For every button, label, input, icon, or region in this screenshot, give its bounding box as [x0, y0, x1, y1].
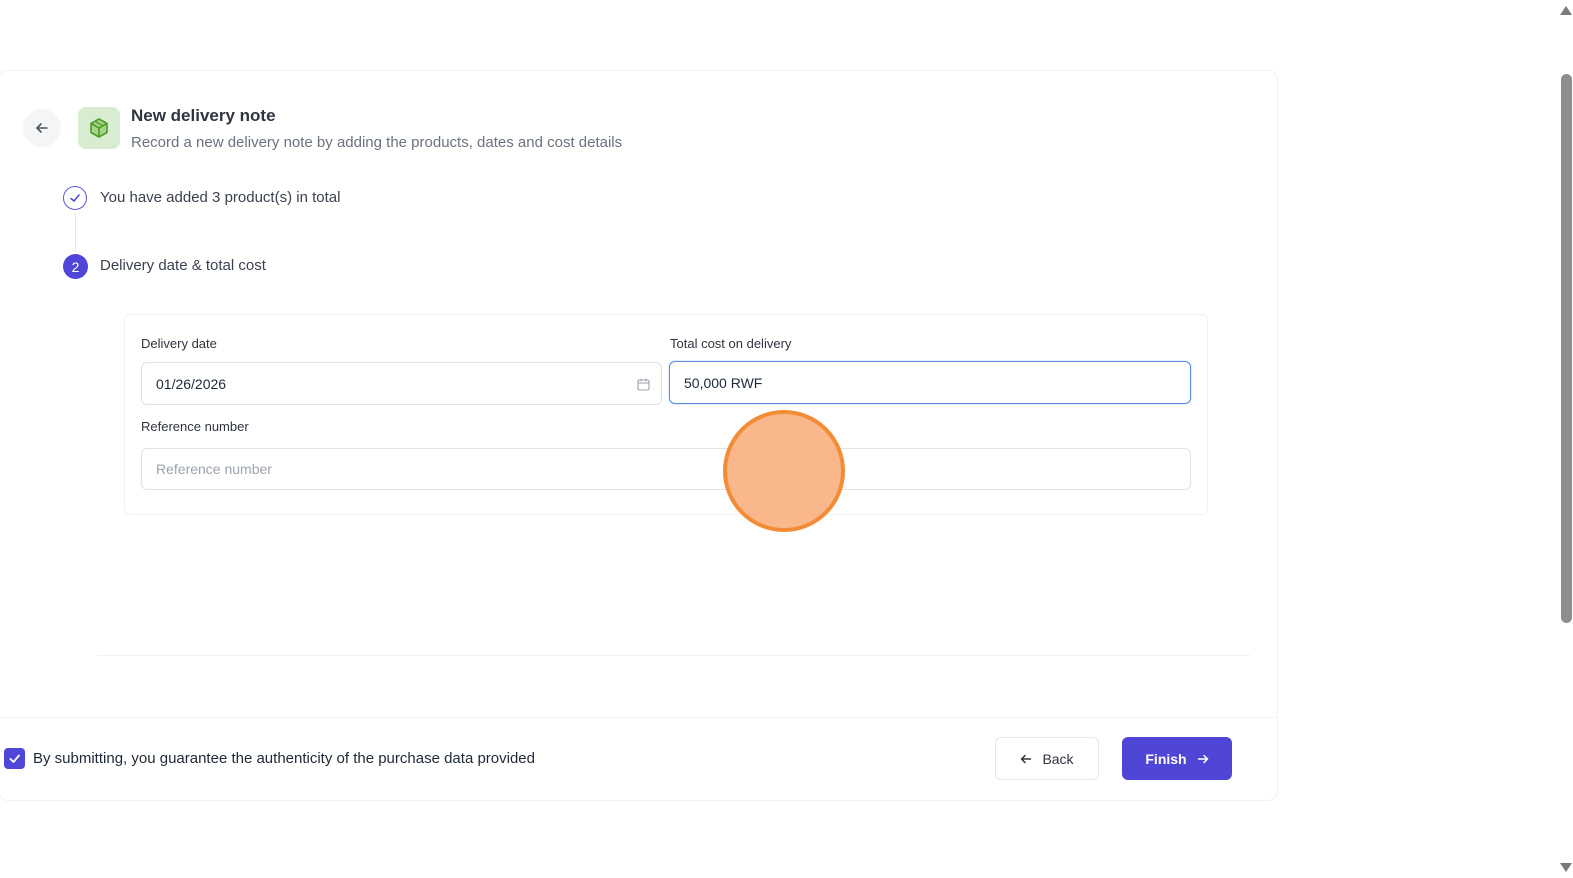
total-cost-label: Total cost on delivery [670, 336, 792, 351]
step-2-text: Delivery date & total cost [100, 257, 266, 274]
finish-button-label: Finish [1145, 750, 1187, 767]
back-arrow-button[interactable] [23, 109, 61, 147]
page-title: New delivery note [131, 106, 276, 125]
package-icon-badge [78, 107, 120, 149]
page-subtitle: Record a new delivery note by adding the… [131, 134, 623, 151]
total-cost-value: 50,000 RWF [684, 374, 763, 391]
scroll-up-arrow[interactable] [1560, 6, 1572, 15]
reference-number-label: Reference number [141, 419, 249, 434]
check-icon [70, 194, 80, 202]
footer-divider [0, 717, 1278, 718]
arrow-left-icon [36, 123, 48, 133]
reference-number-placeholder: Reference number [156, 461, 272, 477]
checkmark-icon [9, 754, 20, 763]
arrow-left-icon [1021, 754, 1032, 763]
total-cost-input[interactable]: 50,000 RWF [669, 361, 1191, 404]
page-scrollbar[interactable] [1556, 0, 1573, 878]
arrow-right-icon [1197, 754, 1208, 763]
content-divider [97, 655, 1250, 656]
step-2-indicator: 2 [63, 254, 88, 279]
step-1-text: You have added 3 product(s) in total [100, 189, 341, 206]
scroll-down-arrow[interactable] [1560, 863, 1572, 872]
consent-text: By submitting, you guarantee the authent… [33, 750, 535, 767]
delivery-date-value: 01/26/2026 [156, 375, 227, 392]
back-button[interactable]: Back [995, 737, 1099, 780]
reference-number-input[interactable]: Reference number [141, 448, 1191, 490]
calendar-icon[interactable] [637, 378, 650, 391]
consent-checkbox[interactable] [4, 748, 25, 769]
back-button-label: Back [1042, 750, 1074, 767]
delivery-date-label: Delivery date [141, 336, 217, 351]
step-connector [75, 212, 76, 252]
delivery-date-input[interactable]: 01/26/2026 [141, 362, 662, 405]
package-icon [90, 118, 108, 138]
step-1-indicator [63, 186, 87, 210]
finish-button[interactable]: Finish [1122, 737, 1232, 780]
scroll-thumb[interactable] [1561, 74, 1572, 623]
